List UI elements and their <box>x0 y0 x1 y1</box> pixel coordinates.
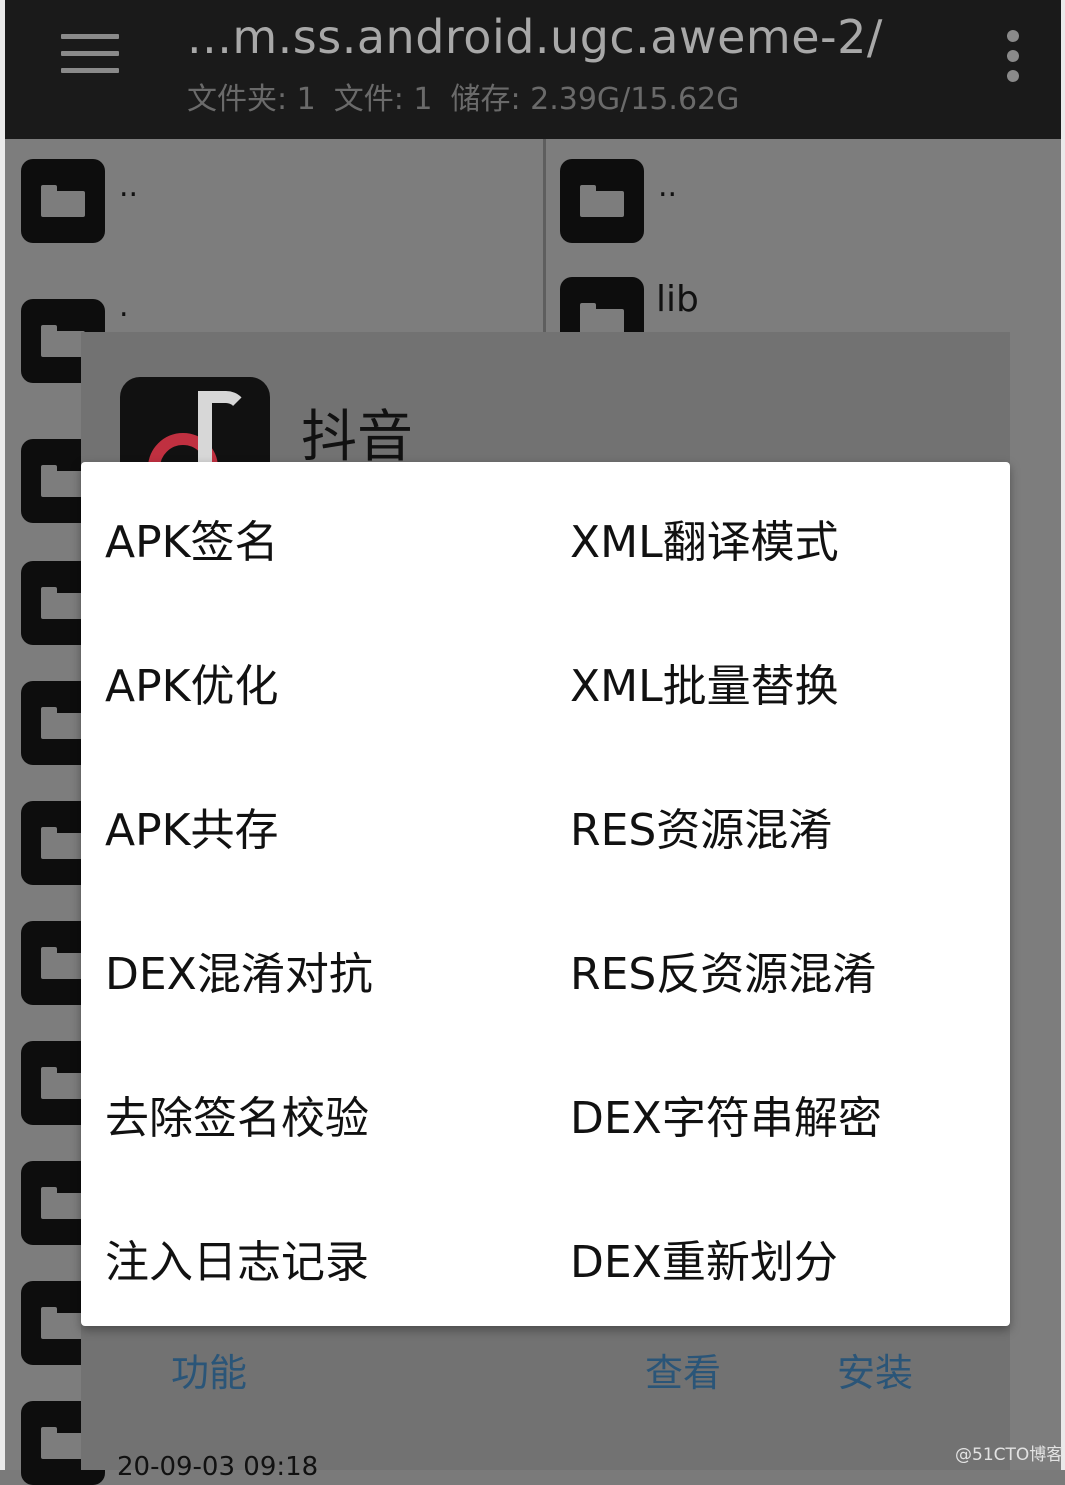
menu-item-res-obfuscate[interactable]: RES资源混淆 <box>570 794 832 858</box>
function-menu-popup: APK签名 APK优化 APK共存 DEX混淆对抗 去除签名校验 注入日志记录 … <box>81 462 1010 1326</box>
folder-icon[interactable] <box>21 159 105 243</box>
menu-item-dex-obfuscation-counter[interactable]: DEX混淆对抗 <box>105 938 373 1002</box>
file-count: 文件: 1 <box>333 82 433 117</box>
more-vertical-icon[interactable] <box>1005 30 1021 86</box>
current-path-title: ...m.ss.android.ugc.aweme-2/ <box>187 10 883 64</box>
menu-item-dex-repartition[interactable]: DEX重新划分 <box>570 1226 838 1290</box>
hamburger-menu-icon[interactable] <box>61 34 119 74</box>
file-item-lib[interactable]: lib <box>656 279 699 320</box>
app-name: 抖音 <box>301 405 413 470</box>
frame-right-edge <box>1061 0 1065 1470</box>
menu-item-inject-logging[interactable]: 注入日志记录 <box>105 1226 369 1290</box>
install-button[interactable]: 安装 <box>837 1342 913 1397</box>
menu-item-apk-optimize[interactable]: APK优化 <box>105 650 279 714</box>
watermark: @51CTO博客 <box>955 1445 1064 1465</box>
file-item-parent[interactable]: .. <box>119 169 138 204</box>
file-item-parent[interactable]: .. <box>658 169 677 204</box>
folder-icon[interactable] <box>560 159 644 243</box>
menu-item-remove-signature-check[interactable]: 去除签名校验 <box>105 1082 369 1146</box>
path-stats: 文件夹: 1 文件: 1 储存: 2.39G/15.62G <box>187 74 757 118</box>
dialog-timestamp: 20-09-03 09:18 <box>117 1452 319 1482</box>
menu-item-xml-batch-replace[interactable]: XML批量替换 <box>570 650 839 714</box>
douyin-app-icon <box>120 377 270 467</box>
functions-button[interactable]: 功能 <box>171 1342 247 1397</box>
menu-item-dex-string-decrypt[interactable]: DEX字符串解密 <box>570 1082 882 1146</box>
dialog-button-bar: 功能 查看 安装 <box>81 1342 1010 1422</box>
folder-count: 文件夹: 1 <box>187 82 316 117</box>
storage-info: 储存: 2.39G/15.62G <box>450 82 740 117</box>
menu-item-res-deobfuscate[interactable]: RES反资源混淆 <box>570 938 876 1002</box>
view-button[interactable]: 查看 <box>645 1342 721 1397</box>
menu-item-apk-sign[interactable]: APK签名 <box>105 506 279 570</box>
menu-item-apk-coexist[interactable]: APK共存 <box>105 794 279 858</box>
file-item-current[interactable]: . <box>119 289 129 324</box>
menu-item-xml-translate[interactable]: XML翻译模式 <box>570 506 839 570</box>
top-toolbar: ...m.ss.android.ugc.aweme-2/ 文件夹: 1 文件: 1… <box>5 0 1061 139</box>
